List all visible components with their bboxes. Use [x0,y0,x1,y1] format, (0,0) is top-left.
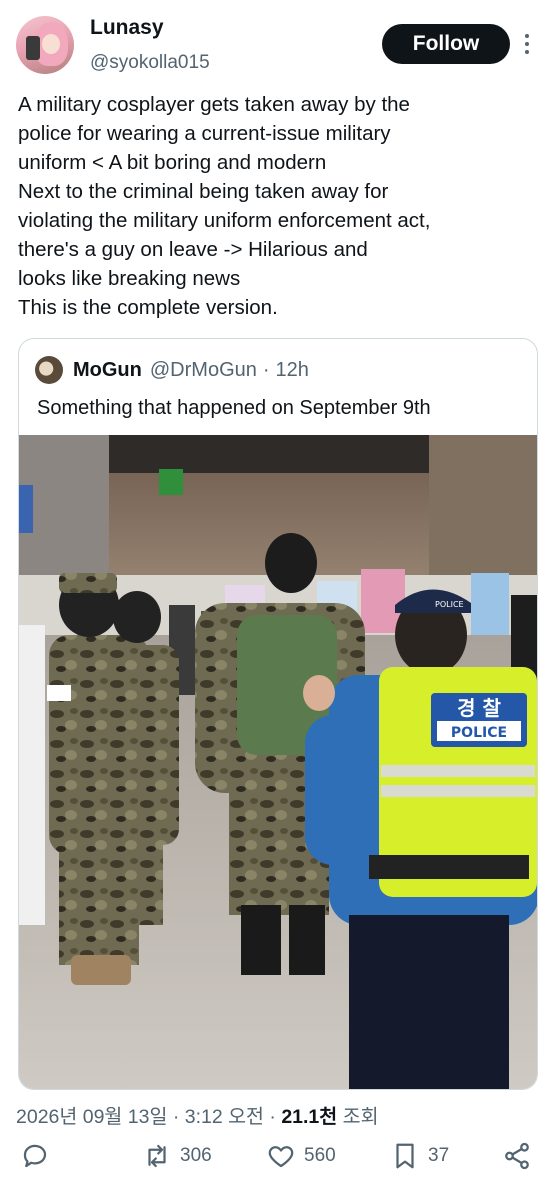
retweet-icon [148,1144,166,1168]
follow-button[interactable]: Follow [382,24,510,64]
tweet-line: uniform < A bit boring and modern [18,151,327,174]
like-count: 560 [304,1145,336,1166]
quoted-author-handle[interactable]: @DrMoGun [150,359,257,382]
share-icon [505,1142,529,1170]
cap-label: POLICE [435,600,464,609]
tweet-line: Next to the criminal being taken away fo… [18,180,389,203]
tweet-timestamp[interactable]: 2026년 09월 13일 · 3:12 오전 · 21.1천 조회 [16,1100,379,1129]
quoted-tweet-text: Something that happened on September 9th [37,397,431,419]
quoted-author-avatar[interactable] [35,356,63,384]
quoted-tweet[interactable]: MoGun @DrMoGun · 12h Something that happ… [18,338,538,1090]
avatar-face [42,34,60,54]
separator-dot: · [262,358,270,381]
reply-icon [23,1144,47,1168]
tweet-line: A military cosplayer gets taken away by … [18,93,410,116]
tweet-text: A military cosplayer gets taken away by … [18,90,544,322]
bookmark-icon [396,1143,414,1169]
tweet-line: there's a guy on leave -> Hilarious and [18,238,368,261]
like-icon [268,1146,294,1168]
tweet-line: police for wearing a current-issue milit… [18,122,391,145]
author-display-name[interactable]: Lunasy [90,16,164,40]
bookmark-count: 37 [428,1145,450,1166]
author-avatar[interactable] [16,16,74,74]
tweet-line: This is the complete version. [18,296,278,319]
retweet-button[interactable]: 306 [142,1136,212,1176]
view-count: 21.1천 [281,1106,338,1128]
action-bar: 306 560 37 [0,1136,560,1176]
vest-police-label: POLICE [451,725,507,741]
bookmark-button[interactable]: 37 [390,1136,449,1176]
author-handle[interactable]: @syokolla015 [90,52,210,74]
views-label: 조회 [337,1106,379,1128]
like-button[interactable]: 560 [266,1136,336,1176]
share-button[interactable] [502,1136,540,1176]
tweet-line: violating the military uniform enforceme… [18,209,431,232]
tweet-date: 2026년 09월 13일 · 3:12 오전 · [16,1106,282,1128]
more-vertical-icon[interactable] [522,34,532,56]
quoted-tweet-time[interactable]: 12h [276,359,309,382]
quoted-author-name[interactable]: MoGun [73,359,142,382]
reply-button[interactable] [20,1136,58,1176]
vest-korean-label: 경 찰 [457,696,501,720]
quoted-tweet-photo[interactable]: POLICE 경 찰 POLICE [19,435,538,1090]
exit-sign [159,469,183,495]
tweet-line: looks like breaking news [18,267,241,290]
retweet-count: 306 [180,1145,212,1166]
quoted-tweet-header: MoGun @DrMoGun · 12h [35,356,309,384]
tweet-header: Lunasy @syokolla015 Follow [16,14,544,78]
avatar-phone [26,36,40,60]
